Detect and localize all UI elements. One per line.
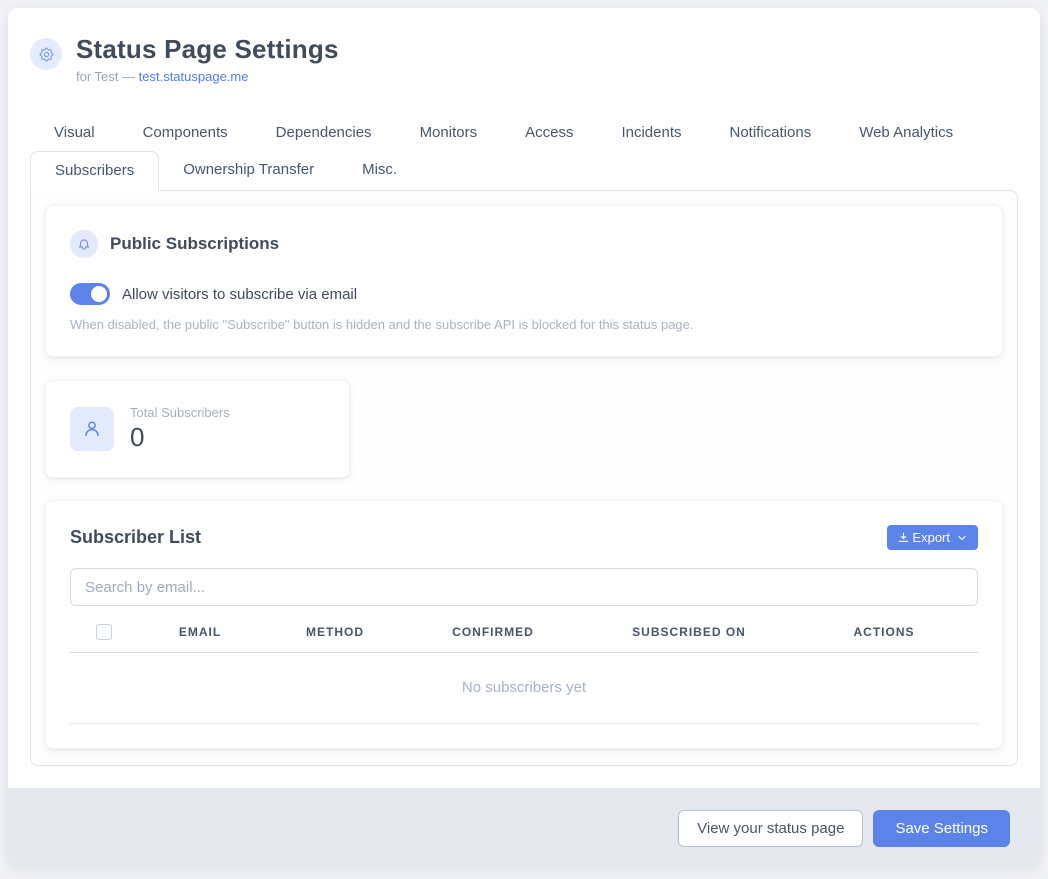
user-icon (70, 407, 114, 451)
empty-state-message: No subscribers yet (70, 653, 978, 724)
status-page-link[interactable]: test.statuspage.me (139, 69, 249, 84)
status-page-settings-card: Status Page Settings for Test — test.sta… (8, 8, 1040, 868)
total-subscribers-card: Total Subscribers 0 (45, 380, 350, 478)
bell-icon (70, 230, 98, 258)
column-header-email: EMAIL (128, 625, 272, 639)
tab-components[interactable]: Components (119, 114, 252, 151)
tab-notifications[interactable]: Notifications (706, 114, 836, 151)
view-status-page-button[interactable]: View your status page (678, 810, 863, 847)
chevron-down-icon (956, 532, 968, 544)
stat-value: 0 (130, 422, 230, 453)
public-subscriptions-header: Public Subscriptions (70, 230, 978, 258)
subscribe-toggle-row: Allow visitors to subscribe via email (70, 283, 978, 305)
tab-subscribers[interactable]: Subscribers (30, 151, 159, 191)
header-checkbox-cell (70, 624, 128, 640)
public-subscriptions-card: Public Subscriptions Allow visitors to s… (45, 205, 1003, 357)
header-text-block: Status Page Settings for Test — test.sta… (76, 34, 339, 84)
tab-incidents[interactable]: Incidents (597, 114, 705, 151)
tab-visual[interactable]: Visual (30, 114, 119, 151)
download-icon (897, 531, 910, 544)
tab-ownership-transfer[interactable]: Ownership Transfer (159, 151, 338, 190)
column-header-actions: ACTIONS (790, 625, 978, 639)
export-label: Export (912, 530, 950, 545)
export-button[interactable]: Export (887, 525, 978, 550)
save-settings-button[interactable]: Save Settings (873, 810, 1010, 847)
subscriber-list-header: Subscriber List Export (70, 525, 978, 550)
subscriber-list-title: Subscriber List (70, 527, 201, 548)
stat-label: Total Subscribers (130, 405, 230, 420)
toggle-helper-text: When disabled, the public "Subscribe" bu… (70, 317, 978, 332)
public-subscriptions-title: Public Subscriptions (110, 234, 279, 254)
column-header-method: METHOD (272, 625, 398, 639)
tab-misc[interactable]: Misc. (338, 151, 421, 190)
subscriber-table: EMAIL METHOD CONFIRMED SUBSCRIBED ON ACT… (70, 624, 978, 724)
page-header: Status Page Settings for Test — test.sta… (8, 8, 1040, 84)
page-title: Status Page Settings (76, 34, 339, 65)
subtitle-prefix: for Test — (76, 69, 139, 84)
subscriber-list-card: Subscriber List Export EMAIL METHOD (45, 500, 1003, 749)
table-header-row: EMAIL METHOD CONFIRMED SUBSCRIBED ON ACT… (70, 624, 978, 653)
settings-tabs: Visual Components Dependencies Monitors … (8, 114, 1040, 190)
settings-footer: View your status page Save Settings (8, 788, 1040, 868)
subscribers-tab-panel: Public Subscriptions Allow visitors to s… (30, 190, 1018, 766)
stat-text-block: Total Subscribers 0 (130, 405, 230, 453)
page-subtitle: for Test — test.statuspage.me (76, 69, 339, 84)
tab-access[interactable]: Access (501, 114, 597, 151)
tab-monitors[interactable]: Monitors (396, 114, 502, 151)
search-input[interactable] (70, 568, 978, 606)
tab-dependencies[interactable]: Dependencies (252, 114, 396, 151)
gear-icon (30, 38, 62, 70)
tab-web-analytics[interactable]: Web Analytics (835, 114, 977, 151)
tab-row-1: Visual Components Dependencies Monitors … (30, 114, 1018, 151)
toggle-knob (91, 286, 107, 302)
toggle-label: Allow visitors to subscribe via email (122, 286, 357, 303)
column-header-subscribed-on: SUBSCRIBED ON (588, 625, 790, 639)
allow-subscribe-toggle[interactable] (70, 283, 110, 305)
select-all-checkbox[interactable] (96, 624, 112, 640)
column-header-confirmed: CONFIRMED (398, 625, 588, 639)
tab-row-2: Subscribers Ownership Transfer Misc. (30, 151, 1018, 190)
